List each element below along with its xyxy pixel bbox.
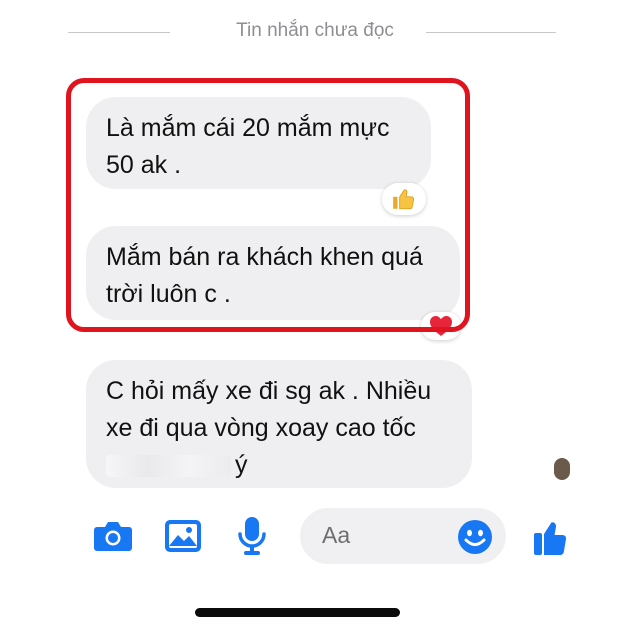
message-input-placeholder: Aa [322, 522, 351, 548]
microphone-icon [238, 517, 266, 555]
message-3-line-3: ý [106, 447, 472, 484]
voice-button[interactable] [232, 515, 272, 557]
gallery-button[interactable] [162, 517, 204, 555]
home-indicator [195, 608, 400, 617]
message-input[interactable]: Aa [300, 508, 506, 564]
emoji-button[interactable] [456, 518, 494, 556]
camera-button[interactable] [92, 517, 134, 555]
like-icon [534, 522, 567, 555]
like-button[interactable] [532, 513, 568, 559]
emoji-icon [458, 520, 492, 554]
divider-line-right [426, 32, 556, 33]
message-3-line-2: xe đi qua vòng xoay cao tốc [106, 414, 416, 442]
message-composer: Aa [0, 505, 630, 567]
message-3-line-1: C hỏi mấy xe đi sg ak . Nhiều [106, 377, 432, 405]
message-3-line-3-text: ý [235, 451, 248, 479]
redacted-text [106, 455, 231, 478]
gallery-icon [165, 520, 201, 552]
highlight-frame [66, 78, 470, 332]
unread-divider-label: Tin nhắn chưa đọc [236, 20, 394, 41]
camera-icon [94, 522, 132, 551]
seen-avatar [554, 458, 570, 480]
message-bubble-3[interactable]: C hỏi mấy xe đi sg ak . Nhiều xe đi qua … [86, 360, 472, 488]
unread-divider: Tin nhắn chưa đọc [0, 18, 630, 48]
